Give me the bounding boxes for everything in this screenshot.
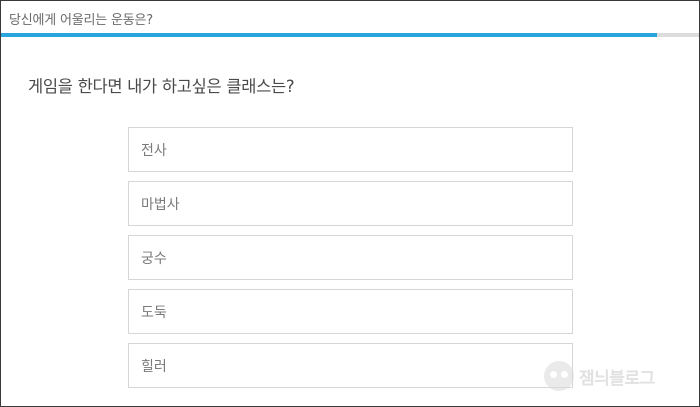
answer-option[interactable]: 힐러	[128, 343, 573, 388]
answer-option[interactable]: 도둑	[128, 289, 573, 334]
watermark-logo-icon	[544, 361, 574, 391]
answer-options: 전사 마법사 궁수 도둑 힐러	[128, 127, 573, 397]
answer-option[interactable]: 마법사	[128, 181, 573, 226]
answer-option[interactable]: 전사	[128, 127, 573, 172]
question-text: 게임을 한다면 내가 하고싶은 클래스는?	[28, 77, 295, 96]
answer-option-label: 궁수	[141, 250, 167, 267]
watermark-text: 잼늬블로그	[579, 368, 655, 389]
answer-option-label: 전사	[141, 142, 167, 159]
answer-option-label: 도둑	[141, 304, 167, 321]
quiz-frame: 당신에게 어울리는 운동은? 게임을 한다면 내가 하고싶은 클래스는? 전사 …	[0, 0, 700, 407]
quiz-title: 당신에게 어울리는 운동은?	[9, 13, 153, 28]
progress-bar	[1, 33, 699, 37]
answer-option-label: 힐러	[141, 358, 167, 375]
answer-option-label: 마법사	[141, 196, 180, 213]
quiz-header: 당신에게 어울리는 운동은?	[1, 1, 699, 33]
answer-option[interactable]: 궁수	[128, 235, 573, 280]
progress-bar-fill	[1, 33, 658, 37]
blog-watermark: 잼늬블로그	[544, 356, 694, 396]
